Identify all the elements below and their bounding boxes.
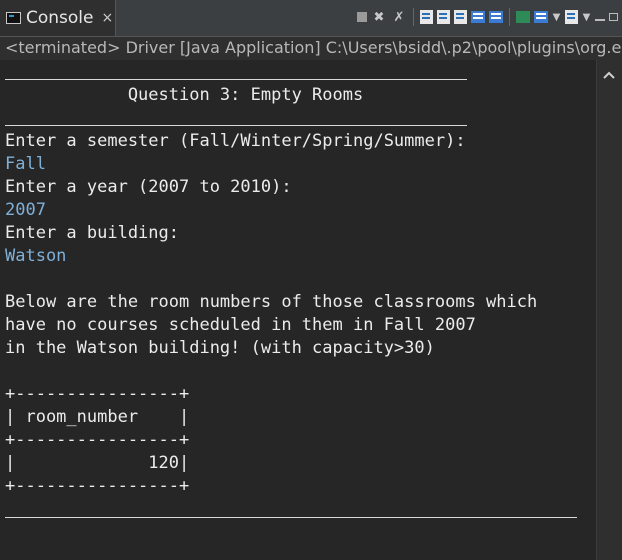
console-input-line: Watson <box>5 246 67 266</box>
divider <box>5 79 467 80</box>
pin-console-icon[interactable] <box>516 11 530 23</box>
open-console-icon[interactable] <box>565 10 578 24</box>
console-output-line: +----------------+ <box>5 476 190 496</box>
console-output-line: Enter a building: <box>5 223 179 243</box>
view-tab-bar: Console × ✖ ✗ ▼ ▼ <box>0 0 622 37</box>
scroll-lock-icon[interactable] <box>437 10 450 24</box>
show-on-error-icon[interactable] <box>489 11 503 23</box>
display-selected-console-icon[interactable] <box>534 11 548 23</box>
console-icon <box>6 12 21 24</box>
terminate-icon[interactable] <box>357 12 367 22</box>
console-output-line: in the Watson building! (with capacity>3… <box>5 338 435 358</box>
console-output-line: have no courses scheduled in them in Fal… <box>5 315 476 335</box>
console-output-line: +----------------+ <box>5 430 190 450</box>
console-output[interactable]: Question 3: Empty Rooms Enter a semester… <box>0 60 596 560</box>
tab-label: Console <box>26 8 94 28</box>
console-toolbar: ✖ ✗ ▼ ▼ <box>357 4 618 30</box>
remove-launch-icon[interactable]: ✖ <box>371 9 387 25</box>
word-wrap-icon[interactable] <box>454 10 467 24</box>
chevron-down-icon[interactable]: ▼ <box>582 9 591 25</box>
toolbar-separator <box>509 8 510 26</box>
console-output-line: Enter a year (2007 to 2010): <box>5 177 292 197</box>
console-input-line: 2007 <box>5 200 46 220</box>
console-title: Question 3: Empty Rooms <box>5 85 364 105</box>
close-icon[interactable]: × <box>102 10 114 26</box>
clear-console-icon[interactable] <box>420 10 433 24</box>
remove-all-terminated-icon[interactable]: ✗ <box>391 9 407 25</box>
vertical-scrollbar[interactable] <box>596 60 622 560</box>
console-output-line: Enter a semester (Fall/Winter/Spring/Sum… <box>5 131 466 151</box>
console-output-line: | room_number | <box>5 407 190 427</box>
maximize-icon[interactable] <box>609 13 618 21</box>
process-status: <terminated> Driver [Java Application] C… <box>0 37 622 59</box>
console-output-line: | 120| <box>5 453 190 473</box>
show-on-output-icon[interactable] <box>471 11 485 23</box>
minimize-icon[interactable] <box>595 19 605 21</box>
console-input-line: Fall <box>5 154 46 174</box>
console-output-line: +----------------+ <box>5 384 190 404</box>
console-view: Console × ✖ ✗ ▼ ▼ <terminated> Driver [J… <box>0 0 622 560</box>
tab-console[interactable]: Console × <box>0 0 116 36</box>
chevron-down-icon[interactable]: ▼ <box>552 9 561 25</box>
divider <box>5 517 577 518</box>
console-output-line: Below are the room numbers of those clas… <box>5 292 538 312</box>
toolbar-separator <box>413 8 414 26</box>
divider <box>5 125 467 126</box>
scroll-up-icon[interactable] <box>602 70 616 80</box>
